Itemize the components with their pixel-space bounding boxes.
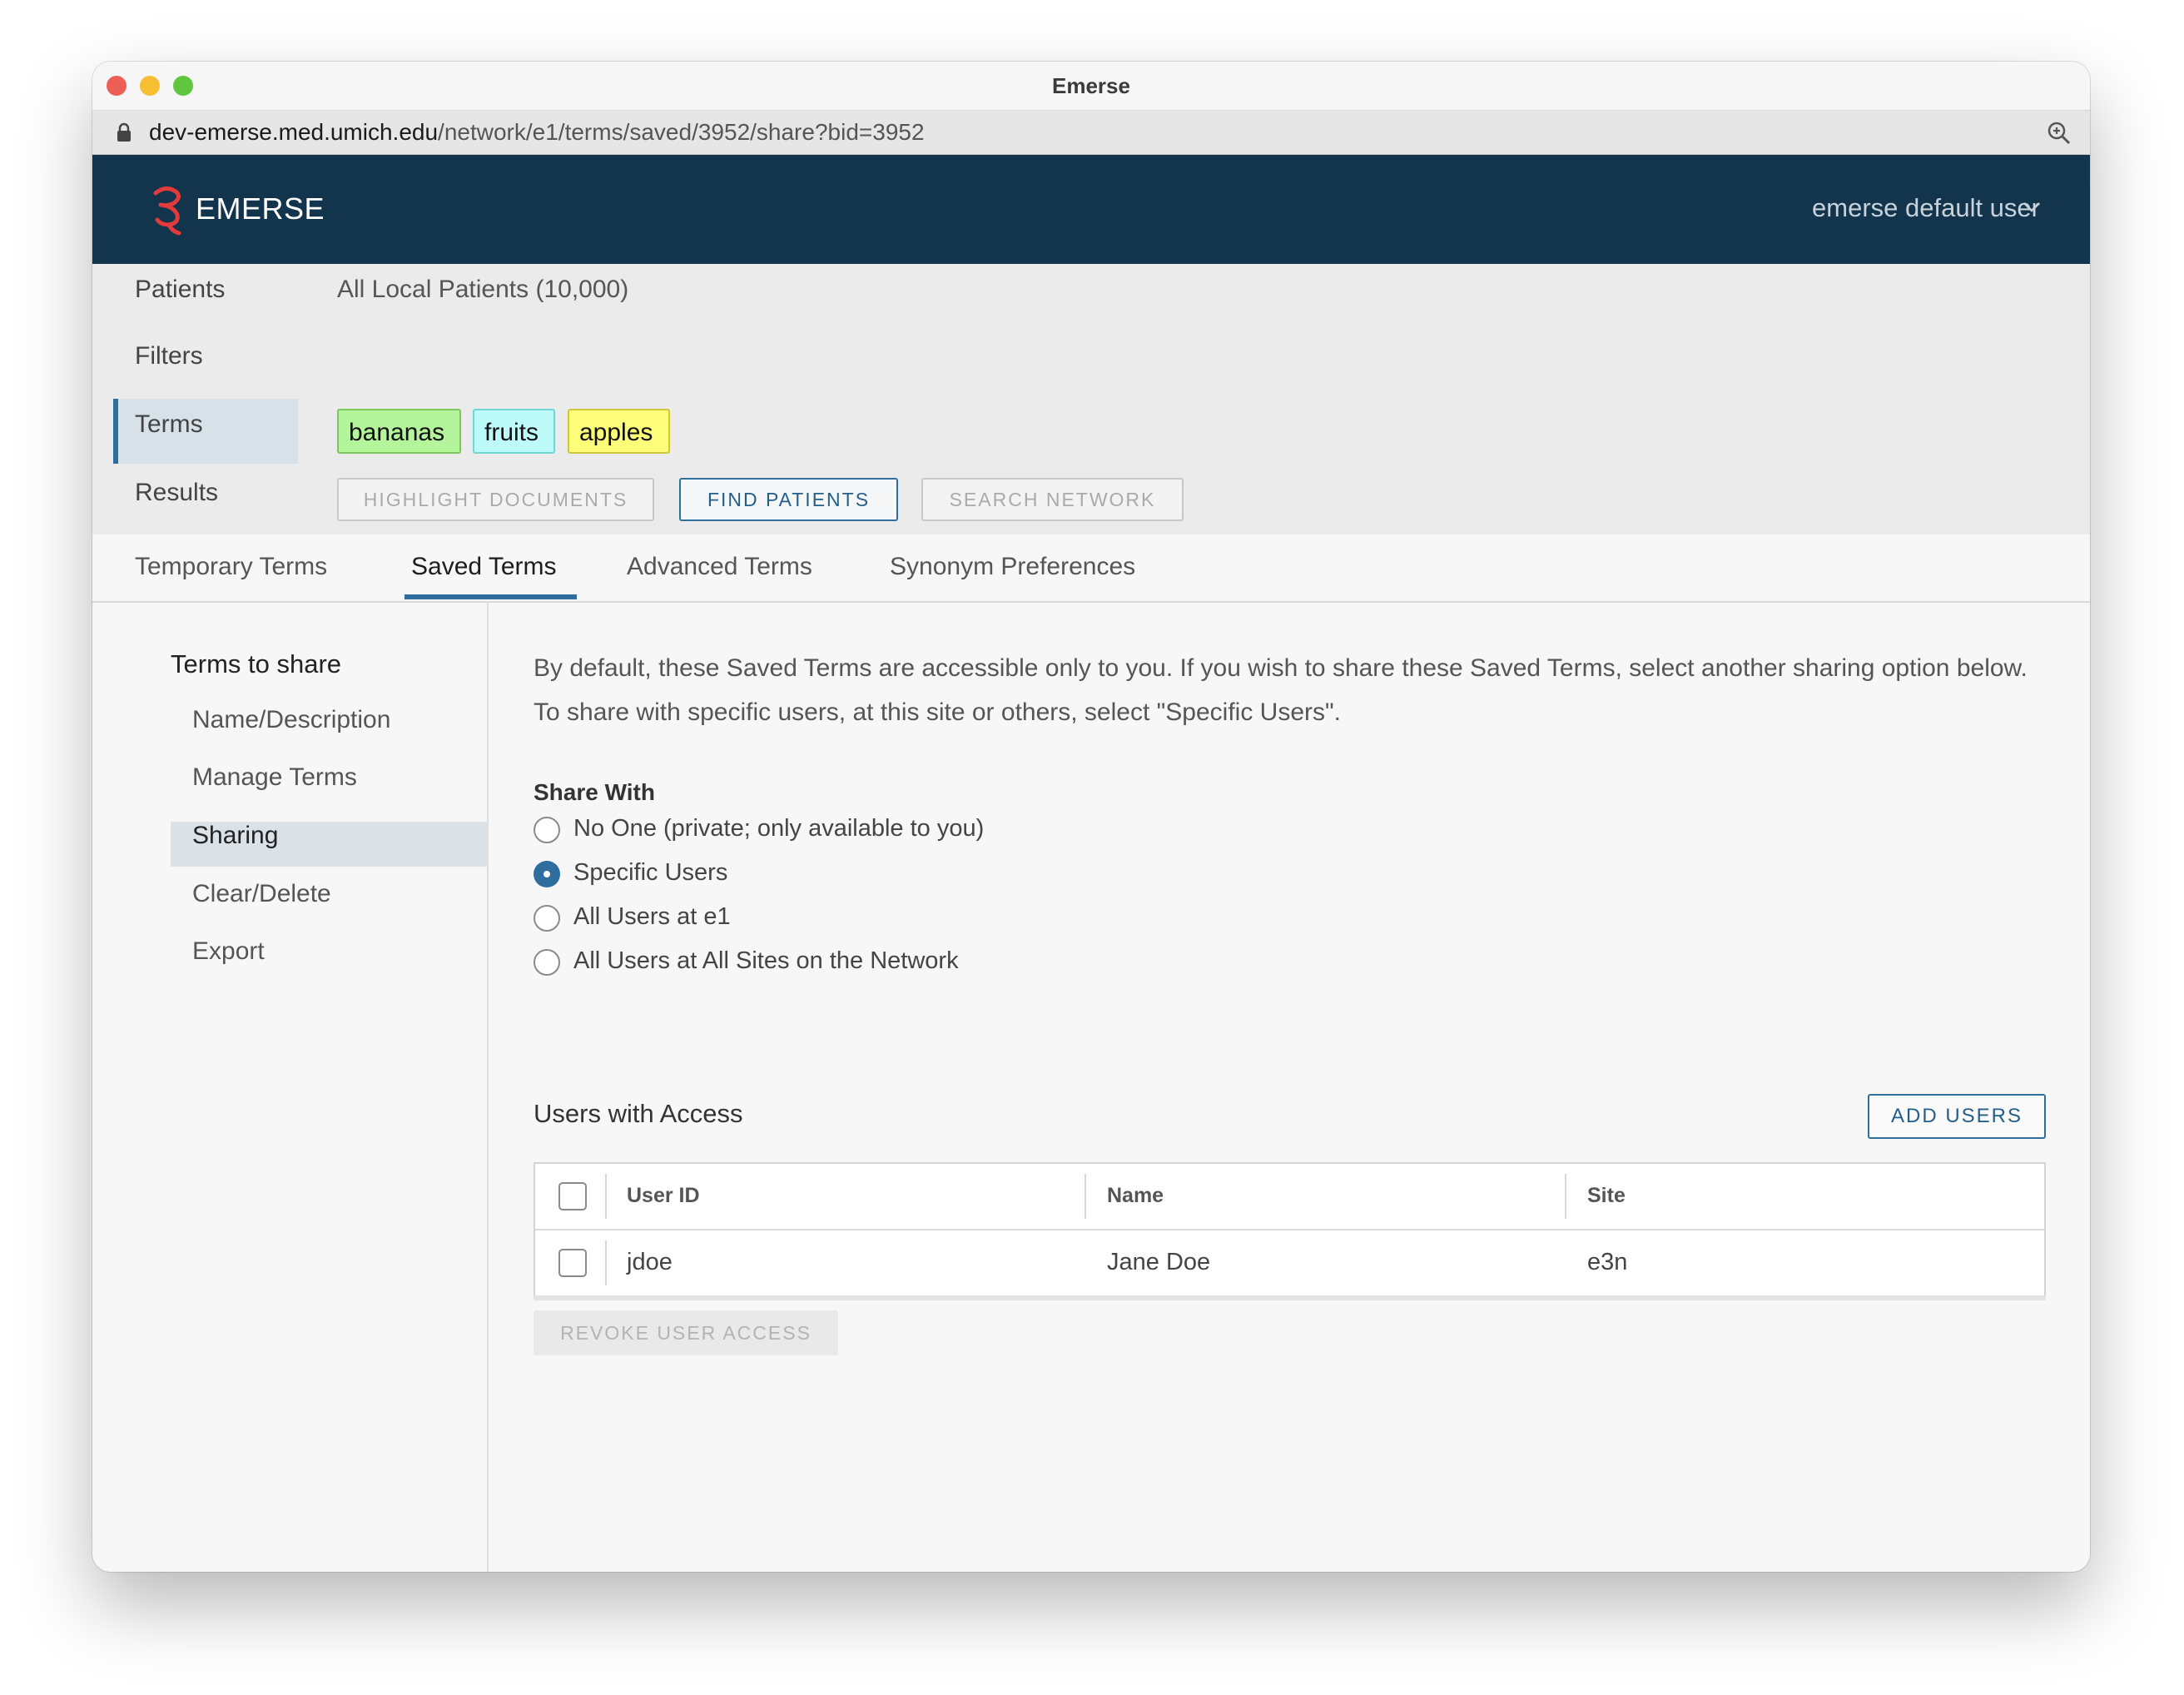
radio-button-checked[interactable] bbox=[534, 861, 560, 887]
tab-saved-terms[interactable]: Saved Terms bbox=[411, 553, 557, 581]
radio-label[interactable]: No One (private; only available to you) bbox=[573, 815, 984, 843]
table-row[interactable]: jdoe Jane Doe e3n bbox=[535, 1230, 2044, 1295]
highlight-documents-button[interactable]: HIGHLIGHT DOCUMENTS bbox=[337, 478, 654, 521]
column-divider bbox=[605, 1240, 607, 1285]
logo-text[interactable]: EMERSE bbox=[196, 191, 325, 226]
radio-label[interactable]: All Users at All Sites on the Network bbox=[573, 947, 959, 975]
column-header-name[interactable]: Name bbox=[1107, 1184, 1164, 1208]
column-header-user-id[interactable]: User ID bbox=[627, 1184, 700, 1208]
filters-label[interactable]: Filters bbox=[135, 342, 203, 370]
radio-button[interactable] bbox=[534, 817, 560, 843]
sharing-panel: By default, these Saved Terms are access… bbox=[489, 603, 2090, 1572]
nav-item-sharing[interactable]: Sharing bbox=[192, 822, 278, 850]
lock-icon bbox=[117, 122, 131, 142]
search-network-button[interactable]: SEARCH NETWORK bbox=[921, 478, 1184, 521]
address-bar[interactable]: dev-emerse.med.umich.edu/network/e1/term… bbox=[92, 111, 2090, 155]
patients-label[interactable]: Patients bbox=[135, 276, 225, 304]
tab-temporary-terms[interactable]: Temporary Terms bbox=[135, 553, 327, 581]
table-footer-bar bbox=[534, 1295, 2046, 1300]
select-all-checkbox[interactable] bbox=[558, 1182, 587, 1210]
app-header: EMERSE emerse default user bbox=[92, 155, 2090, 264]
radio-button[interactable] bbox=[534, 949, 560, 976]
window-title: Emerse bbox=[1052, 73, 1130, 98]
find-patients-button[interactable]: FIND PATIENTS bbox=[679, 478, 898, 521]
terms-tabs: Temporary Terms Saved Terms Advanced Ter… bbox=[92, 534, 2090, 603]
nav-item-clear-delete[interactable]: Clear/Delete bbox=[192, 880, 331, 908]
sharing-intro-text: By default, these Saved Terms are access… bbox=[534, 654, 2028, 726]
side-nav: Terms to share Name/Description Manage T… bbox=[92, 603, 489, 1572]
tab-synonym-preferences[interactable]: Synonym Preferences bbox=[890, 553, 1135, 581]
term-chip-fruits[interactable]: fruits bbox=[473, 409, 555, 454]
row-checkbox[interactable] bbox=[558, 1249, 587, 1277]
emerse-logo-icon[interactable] bbox=[149, 183, 187, 236]
url-host: dev-emerse.med.umich.edu bbox=[149, 119, 439, 145]
url-path: /network/e1/terms/saved/3952/share?bid=3… bbox=[438, 119, 925, 145]
nav-item-manage-terms[interactable]: Manage Terms bbox=[192, 763, 357, 792]
nav-item-export[interactable]: Export bbox=[192, 937, 265, 966]
users-table: User ID Name Site jdoe Jane Doe e3n bbox=[534, 1162, 2046, 1297]
side-nav-heading: Terms to share bbox=[171, 649, 342, 678]
zoom-icon[interactable] bbox=[2047, 121, 2072, 146]
share-with-label: Share With bbox=[534, 779, 655, 805]
column-divider bbox=[605, 1174, 607, 1219]
patients-value[interactable]: All Local Patients (10,000) bbox=[337, 276, 628, 304]
query-panel: Patients All Local Patients (10,000) Fil… bbox=[92, 264, 2090, 534]
add-users-button[interactable]: ADD USERS bbox=[1868, 1094, 2046, 1139]
nav-item-name-description[interactable]: Name/Description bbox=[192, 706, 390, 734]
radio-button[interactable] bbox=[534, 905, 560, 932]
table-header: User ID Name Site bbox=[535, 1164, 2044, 1230]
terms-label[interactable]: Terms bbox=[135, 410, 203, 439]
radio-label[interactable]: Specific Users bbox=[573, 859, 727, 887]
cell-user-id: jdoe bbox=[627, 1249, 673, 1275]
active-tab-indicator bbox=[405, 594, 577, 599]
cell-name: Jane Doe bbox=[1107, 1249, 1211, 1275]
users-with-access-title: Users with Access bbox=[534, 1099, 743, 1128]
browser-window: Emerse dev-emerse.med.umich.edu/network/… bbox=[92, 62, 2090, 1572]
cell-site: e3n bbox=[1587, 1249, 1628, 1275]
title-bar: Emerse bbox=[92, 62, 2090, 111]
user-menu-label: emerse default user bbox=[1812, 193, 2040, 222]
user-menu[interactable]: emerse default user bbox=[1812, 193, 2040, 223]
column-header-site[interactable]: Site bbox=[1587, 1184, 1626, 1208]
term-chip-bananas[interactable]: bananas bbox=[337, 409, 461, 454]
column-divider[interactable] bbox=[1565, 1174, 1566, 1219]
radio-label[interactable]: All Users at e1 bbox=[573, 903, 731, 931]
results-label[interactable]: Results bbox=[135, 479, 218, 507]
tab-advanced-terms[interactable]: Advanced Terms bbox=[627, 553, 812, 581]
term-chip-apples[interactable]: apples bbox=[568, 409, 670, 454]
revoke-user-access-button[interactable]: REVOKE USER ACCESS bbox=[534, 1310, 838, 1355]
column-divider[interactable] bbox=[1085, 1174, 1086, 1219]
url-text[interactable]: dev-emerse.med.umich.edu/network/e1/term… bbox=[149, 119, 925, 146]
chevron-down-icon[interactable] bbox=[2022, 200, 2042, 215]
